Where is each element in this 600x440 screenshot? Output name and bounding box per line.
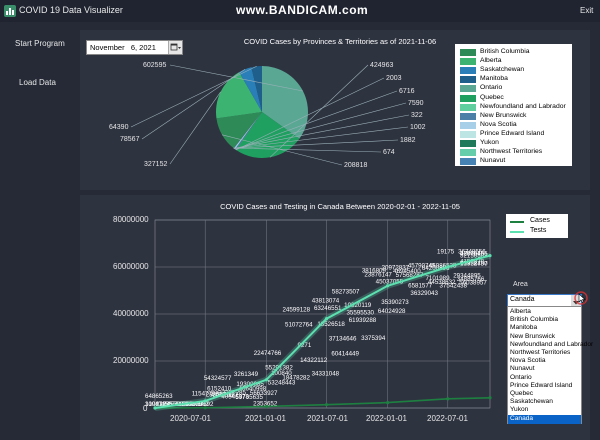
tests-line-swatch [510,231,524,233]
data-label: 14322112 [300,357,328,364]
line-legend-cases: Cases [510,217,568,226]
data-label: 3816809 [362,267,387,274]
y-tick-80000000: 80000000 [113,215,149,224]
data-label: 51072764 [285,321,313,328]
data-label: 22474766 [254,350,282,357]
area-select-value: Canada [510,296,535,303]
tests-point [386,284,390,288]
tests-point [153,406,157,410]
data-label: 34331048 [312,370,340,377]
data-label: 43813074 [312,298,340,305]
data-label: 3261349 [234,371,259,378]
data-label: 58273507 [332,289,360,296]
data-label: 6581577 [408,283,433,290]
cases-point [446,397,450,401]
line-legend-cases-label: Cases [530,217,550,224]
cases-point [488,396,492,400]
y-tick-60000000: 60000000 [113,262,149,271]
data-label: 7101989 [425,275,450,282]
area-label: Area [513,281,528,288]
tests-point [203,399,207,403]
tests-point [324,317,329,321]
tests-point [446,265,450,269]
line-legend-tests: Tests [510,227,568,236]
y-tick-20000000: 20000000 [113,356,149,365]
data-label: 35595530 [346,309,374,316]
cases-point [386,400,390,405]
data-label: 45790745 [408,262,436,269]
mouse-cursor-icon [574,291,588,305]
line-legend-tests-label: Tests [530,227,547,234]
data-label: 3375394 [361,335,386,342]
data-label: 61939288 [349,317,377,324]
data-label: 64024928 [378,308,406,315]
x-tick-2021-01-01: 2021-01-01 [245,414,286,423]
data-label: 29344895 [453,272,481,279]
cases-point [264,404,268,409]
tests-point [264,378,268,382]
x-tick-2020-07-01: 2020-07-01 [170,414,211,423]
tests-point [488,253,492,258]
line-legend: Cases Tests [506,214,568,238]
data-label: 19175 [437,248,455,255]
x-tick-2021-07-01: 2021-07-01 [307,414,348,423]
data-label: 36329043 [410,290,438,297]
data-label: 35390273 [381,299,409,306]
cases-point [203,406,207,410]
x-tick-2022-01-01: 2022-01-01 [366,414,407,423]
data-label: 64865263 [145,393,173,400]
area-option[interactable]: Canada [508,414,581,424]
cases-point [324,403,329,407]
x-tick-2022-07-01: 2022-07-01 [427,414,468,423]
data-label: 24599128 [282,307,310,314]
y-tick-40000000: 40000000 [113,309,149,318]
data-label: 60414449 [331,350,359,357]
y-tick-0: 0 [143,404,148,413]
area-dropdown-list[interactable]: Alberta British Columbia Manitoba New Bruns… [507,306,593,424]
data-label: 54324577 [204,375,232,382]
cases-line-swatch [510,221,524,223]
data-label: 37134646 [329,336,357,343]
data-label: 36748556 [458,249,486,256]
